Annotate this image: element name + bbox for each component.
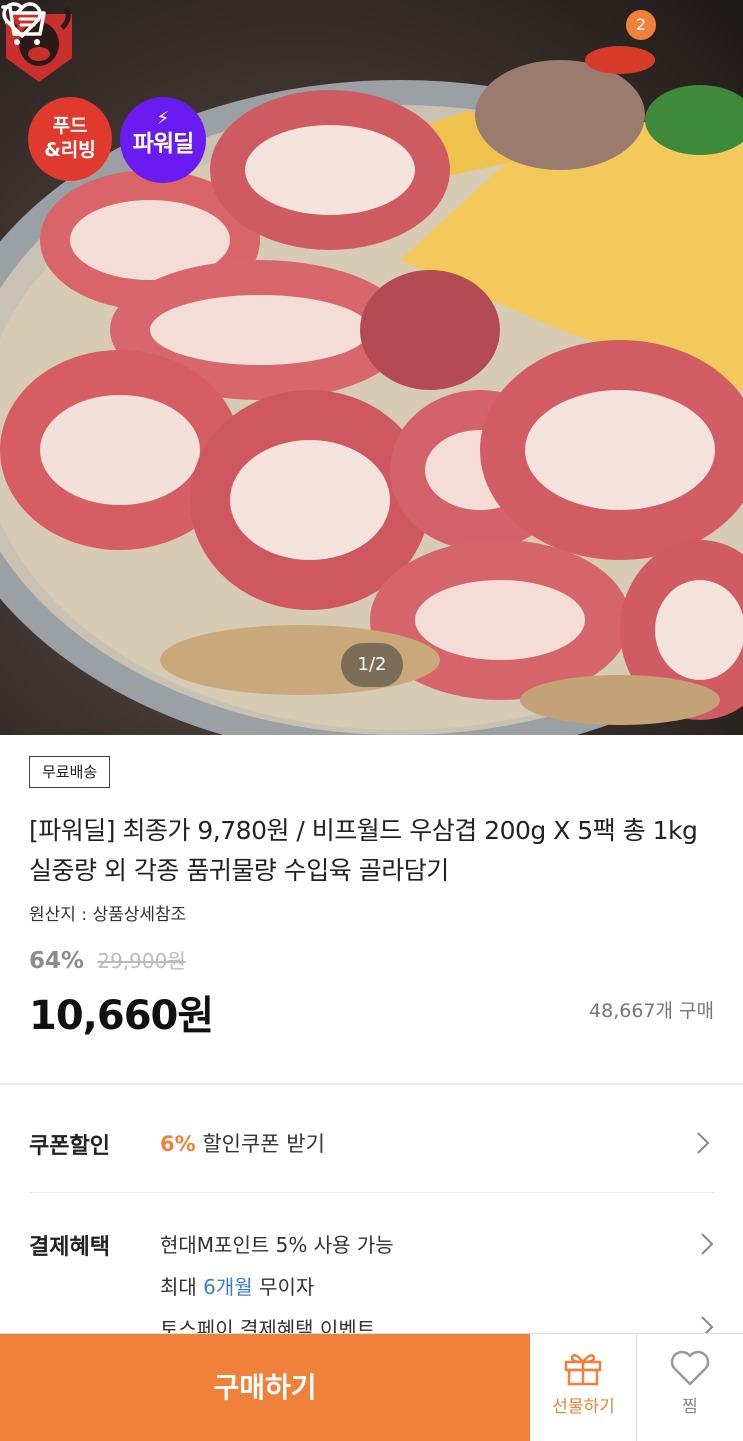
installment-months: 6개월: [203, 1275, 253, 1299]
gift-button-label: 선물하기: [552, 1397, 615, 1417]
coupon-percent: 6%: [160, 1132, 196, 1156]
origin-info: 원산지 : 상품상세참조: [29, 905, 187, 925]
heart-icon: [670, 1350, 710, 1386]
payment-benefits-row: 결제혜택 현대M포인트 5% 사용 가능 최대 6개월 무이자 토스페이 결제혜…: [0, 1193, 743, 1353]
payment-benefits-label: 결제혜택: [29, 1235, 110, 1260]
gift-icon: [564, 1354, 602, 1386]
purchase-count: 48,667개 구매: [589, 1000, 714, 1022]
chevron-right-icon: [697, 1132, 710, 1154]
free-shipping-tag: 무료배송: [29, 756, 111, 788]
lightning-icon: ⚡: [156, 108, 170, 129]
product-title: [파워딜] 최종가 9,780원 / 비프월드 우삼겹 200g X 5팩 총 …: [29, 816, 698, 885]
wishlist-button-label: 찜: [682, 1397, 698, 1417]
coupon-row[interactable]: 쿠폰할인 6% 할인쿠폰 받기: [0, 1086, 743, 1192]
gift-button[interactable]: 선물하기: [530, 1334, 637, 1441]
product-image-carousel[interactable]: 푸드 &리빙 ⚡ 파워딜 2 1/2: [0, 0, 743, 735]
bottom-action-bar: 구매하기 선물하기 찜: [0, 1333, 743, 1441]
sale-price: 10,660원: [29, 993, 214, 1039]
coupon-label: 쿠폰할인: [29, 1134, 110, 1159]
buy-button[interactable]: 구매하기: [0, 1334, 530, 1441]
payment-benefit-hyundai[interactable]: 현대M포인트 5% 사용 가능: [160, 1229, 394, 1258]
wishlist-count-badge: 2: [626, 10, 656, 40]
coupon-text: 6% 할인쿠폰 받기: [160, 1128, 325, 1158]
power-deal-label: 파워딜: [132, 131, 194, 157]
section-divider: [0, 1083, 743, 1085]
product-photo: [0, 46, 743, 735]
installment-suffix: 무이자: [252, 1275, 315, 1299]
discount-row: 64% 29,900원: [29, 945, 186, 974]
food-living-badge: 푸드 &리빙: [28, 97, 112, 181]
chevron-right-icon[interactable]: [700, 1232, 714, 1256]
food-badge-line1: 푸드: [52, 115, 88, 137]
coupon-action-text: 할인쿠폰 받기: [195, 1132, 325, 1156]
food-badge-line2: &리빙: [44, 139, 96, 161]
product-detail-page: 푸드 &리빙 ⚡ 파워딜 2 1/2 무료배송 [파워딜] 최종가 9,780원…: [0, 0, 743, 1441]
installment-prefix: 최대: [160, 1275, 204, 1299]
payment-benefit-installment: 최대 6개월 무이자: [160, 1271, 314, 1300]
power-deal-badge: ⚡ 파워딜: [120, 97, 206, 183]
discount-rate: 64%: [29, 948, 85, 974]
cart-icon[interactable]: [0, 0, 48, 48]
wishlist-button[interactable]: 찜: [637, 1334, 743, 1441]
image-counter: 1/2: [341, 643, 403, 687]
original-price: 29,900원: [97, 949, 186, 973]
